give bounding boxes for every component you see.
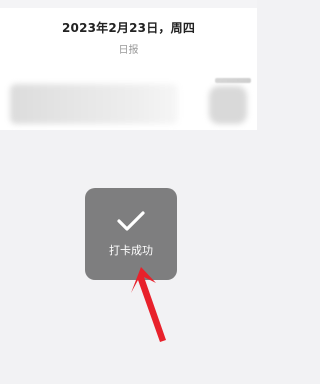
page: 2023年2月23日，周四 日报 打卡成功 — [0, 0, 257, 384]
success-toast: 打卡成功 — [85, 188, 177, 280]
header-card: 2023年2月23日，周四 日报 — [0, 8, 257, 130]
check-icon — [85, 206, 177, 236]
top-strip — [0, 0, 257, 8]
blurred-content — [10, 84, 178, 124]
toast-message: 打卡成功 — [109, 244, 153, 257]
report-type-label: 日报 — [118, 45, 139, 56]
blurred-small-text — [215, 78, 251, 83]
date-title: 2023年2月23日，周四 — [61, 21, 196, 35]
blurred-avatar — [209, 86, 247, 124]
